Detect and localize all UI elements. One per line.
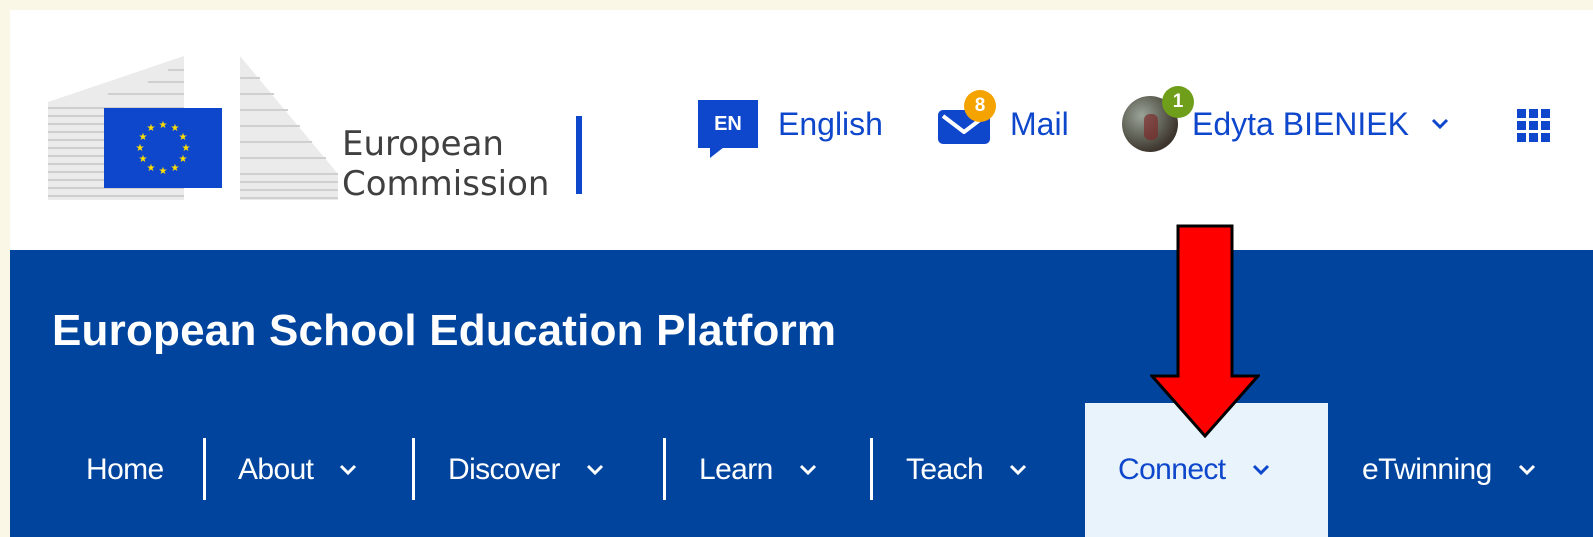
nav-divider <box>663 438 666 500</box>
speech-bubble-icon: EN <box>698 100 758 158</box>
european-commission-logo[interactable]: ★ ★ ★ ★ ★ ★ ★ ★ ★ ★ ★ ★ European Commission <box>48 54 608 204</box>
nav-item-label: Learn <box>699 453 773 486</box>
nav-item-label: Connect <box>1118 453 1226 486</box>
nav-divider <box>203 438 206 500</box>
site-banner: European School Education Platform Home … <box>10 250 1593 537</box>
svg-text:★: ★ <box>136 143 145 154</box>
mail-link[interactable]: 8 Mail <box>938 90 1069 154</box>
nav-item-discover[interactable]: Discover <box>448 403 604 537</box>
nav-divider <box>412 438 415 500</box>
chevron-down-icon <box>1009 464 1027 476</box>
logo-wordmark: European Commission <box>342 124 549 204</box>
chevron-down-icon <box>1431 118 1449 130</box>
chevron-down-icon <box>1252 464 1270 476</box>
down-arrow-icon <box>1150 224 1260 438</box>
chevron-down-icon <box>339 464 357 476</box>
chevron-down-icon <box>586 464 604 476</box>
site-title[interactable]: European School Education Platform <box>52 306 836 356</box>
site-header: ★ ★ ★ ★ ★ ★ ★ ★ ★ ★ ★ ★ European Commission EN E… <box>10 10 1593 250</box>
logo-line-2: Commission <box>342 164 550 204</box>
logo-line-1: European <box>342 124 504 164</box>
svg-text:★: ★ <box>182 143 191 154</box>
user-name: Edyta BIENIEK <box>1192 105 1409 142</box>
svg-text:★: ★ <box>147 123 156 134</box>
avatar: 1 <box>1122 86 1194 152</box>
chevron-down-icon <box>1518 464 1536 476</box>
nav-divider <box>870 438 873 500</box>
app-grid-icon[interactable] <box>1517 109 1551 143</box>
nav-item-label: Discover <box>448 453 560 486</box>
user-menu[interactable]: 1 Edyta BIENIEK <box>1122 86 1449 154</box>
nav-item-learn[interactable]: Learn <box>699 403 817 537</box>
page-frame: ★ ★ ★ ★ ★ ★ ★ ★ ★ ★ ★ ★ European Commission EN E… <box>10 10 1593 537</box>
logo-divider <box>576 116 582 194</box>
eu-building-flag-icon: ★ ★★ ★★★ ★★★ ★★★ <box>48 56 338 200</box>
language-code: EN <box>714 112 742 135</box>
nav-item-about[interactable]: About <box>238 403 357 537</box>
mail-count-badge: 8 <box>964 90 996 122</box>
nav-item-home[interactable]: Home <box>86 403 164 537</box>
svg-text:★: ★ <box>171 163 180 174</box>
user-notification-badge: 1 <box>1162 86 1194 118</box>
svg-text:★: ★ <box>147 163 156 174</box>
language-label: English <box>778 105 883 142</box>
svg-text:★: ★ <box>159 166 168 177</box>
nav-item-label: About <box>238 453 314 486</box>
nav-item-label: Home <box>86 453 164 486</box>
nav-item-teach[interactable]: Teach <box>906 403 1027 537</box>
svg-text:★: ★ <box>159 120 168 131</box>
main-navigation: Home About Discover Learn Teach Connect … <box>10 403 1593 537</box>
svg-text:★: ★ <box>139 154 148 165</box>
svg-text:★: ★ <box>179 154 188 165</box>
mail-label: Mail <box>1010 105 1069 142</box>
nav-item-label: eTwinning <box>1362 453 1492 486</box>
chevron-down-icon <box>799 464 817 476</box>
nav-item-label: Teach <box>906 453 984 486</box>
language-selector[interactable]: EN English <box>698 94 883 158</box>
svg-text:★: ★ <box>179 132 188 143</box>
envelope-icon: 8 <box>938 90 996 144</box>
nav-item-etwinning[interactable]: eTwinning <box>1362 403 1536 537</box>
